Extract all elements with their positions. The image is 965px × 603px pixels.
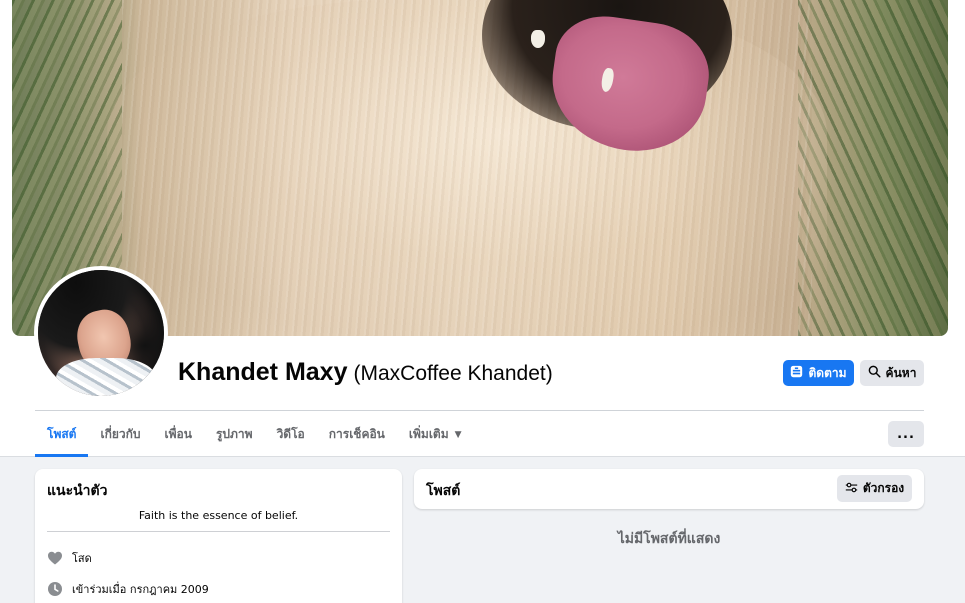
tab-label: รูปภาพ bbox=[215, 427, 253, 441]
profile-tabs: โพสต์ เกี่ยวกับ เพื่อน รูปภาพ วิดีโอ การ… bbox=[35, 412, 474, 457]
filter-icon bbox=[845, 481, 858, 497]
intro-item-text: โสด bbox=[72, 552, 92, 565]
posts-title: โพสต์ bbox=[426, 483, 461, 499]
intro-title: แนะนำตัว bbox=[47, 483, 108, 499]
search-icon bbox=[868, 365, 881, 381]
caret-down-icon: ▼ bbox=[454, 429, 462, 440]
follow-label: ติดตาม bbox=[808, 365, 847, 380]
tab-posts[interactable]: โพสต์ bbox=[35, 412, 89, 457]
avatar-shirt bbox=[56, 358, 156, 396]
intro-card: แนะนำตัว Faith is the essence of belief.… bbox=[35, 469, 402, 603]
tab-label: เพื่อน bbox=[164, 427, 192, 441]
intro-item-text: เข้าร่วมเมื่อ กรกฎาคม 2009 bbox=[72, 583, 209, 596]
posts-card: โพสต์ ตัวกรอง bbox=[414, 469, 924, 509]
intro-item-relationship: โสด bbox=[47, 549, 92, 567]
intro-item-joined: เข้าร่วมเมื่อ กรกฎาคม 2009 bbox=[47, 580, 209, 598]
follow-button[interactable]: ติดตาม bbox=[783, 360, 854, 386]
search-button[interactable]: ค้นหา bbox=[860, 360, 924, 386]
profile-picture[interactable] bbox=[34, 266, 168, 400]
avatar bbox=[38, 270, 164, 396]
search-label: ค้นหา bbox=[885, 365, 917, 380]
tab-more[interactable]: เพิ่มเติม ▼ bbox=[397, 412, 474, 457]
more-label: ... bbox=[897, 426, 915, 442]
tab-about[interactable]: เกี่ยวกับ bbox=[88, 412, 152, 457]
tab-checkins[interactable]: การเช็คอิน bbox=[317, 412, 397, 457]
tab-videos[interactable]: วิดีโอ bbox=[265, 412, 317, 457]
profile-alternate-name: (MaxCoffee Khandet) bbox=[353, 362, 553, 385]
filter-label: ตัวกรอง bbox=[862, 481, 905, 495]
intro-bio: Faith is the essence of belief. bbox=[138, 509, 299, 522]
clock-icon bbox=[47, 581, 63, 597]
tab-friends[interactable]: เพื่อน bbox=[153, 412, 204, 457]
tab-label: การเช็คอิน bbox=[328, 427, 385, 441]
tab-label: วิดีโอ bbox=[276, 427, 305, 441]
tab-photos[interactable]: รูปภาพ bbox=[204, 412, 265, 457]
tab-label: เพิ่มเติม bbox=[408, 427, 449, 441]
no-posts-message: ไม่มีโพสต์ที่แสดง bbox=[617, 531, 721, 547]
cover-dog-tooth bbox=[531, 30, 545, 48]
filter-button[interactable]: ตัวกรอง bbox=[837, 475, 912, 502]
follow-icon bbox=[790, 365, 803, 381]
profile-name: Khandet Maxy bbox=[178, 358, 348, 386]
heart-icon bbox=[47, 550, 63, 566]
intro-divider bbox=[47, 531, 390, 532]
tab-label: เกี่ยวกับ bbox=[100, 427, 141, 441]
more-options-button[interactable]: ... bbox=[888, 421, 924, 447]
tab-label: โพสต์ bbox=[47, 427, 77, 441]
profile-name-line: Khandet Maxy (MaxCoffee Khandet) bbox=[178, 358, 553, 387]
header-divider bbox=[35, 410, 924, 411]
